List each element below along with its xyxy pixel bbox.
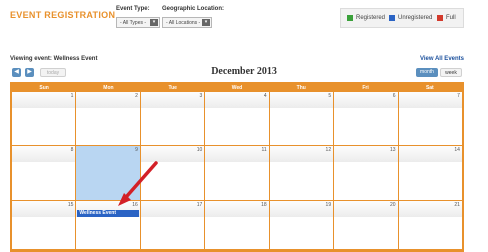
day-number: 10 xyxy=(196,147,203,153)
calendar-day[interactable]: 14 xyxy=(398,146,462,201)
chevron-down-icon: ▾ xyxy=(150,19,158,26)
chevron-down-icon: ▾ xyxy=(202,19,210,26)
dow-wed: Wed xyxy=(231,85,243,91)
calendar-day[interactable]: 18 xyxy=(205,201,270,250)
day-number: 5 xyxy=(328,93,332,99)
dow-fri: Fri xyxy=(362,85,369,91)
legend-item-unregistered: Unregistered xyxy=(389,15,432,21)
week-view-button[interactable]: week xyxy=(440,68,462,77)
day-of-week-header: Sun Mon Tue Wed Thu Fri Sat xyxy=(12,84,462,92)
calendar-day[interactable]: 4 xyxy=(205,92,270,146)
month-title: December 2013 xyxy=(211,66,277,77)
day-number: 19 xyxy=(325,202,332,208)
calendar-day[interactable]: 10 xyxy=(140,146,206,201)
calendar-grid: Sun Mon Tue Wed Thu Fri Sat 1 2 3 4 5 6 … xyxy=(10,82,464,252)
wellness-event[interactable]: Wellness Event xyxy=(77,210,139,217)
day-number: 7 xyxy=(457,93,460,99)
day-number: 15 xyxy=(67,202,74,208)
day-number: 1 xyxy=(70,93,74,99)
location-select[interactable]: - All Locations - ▾ xyxy=(162,17,212,28)
dow-mon: Mon xyxy=(103,85,114,91)
event-type-select[interactable]: - All Types - ▾ xyxy=(116,17,160,28)
day-number: 8 xyxy=(70,147,74,153)
calendar-week: 1 2 3 4 5 6 7 xyxy=(12,92,462,146)
legend-label: Registered xyxy=(356,15,386,21)
day-number: 17 xyxy=(196,202,203,208)
calendar-day-highlighted[interactable]: 9 xyxy=(76,146,141,201)
day-number: 20 xyxy=(389,202,396,208)
event-type-label: Event Type: xyxy=(116,6,150,12)
calendar-day[interactable]: 13 xyxy=(334,146,399,201)
day-number: 21 xyxy=(454,202,460,208)
calendar-day[interactable]: 2 xyxy=(76,92,141,146)
legend-item-registered: Registered xyxy=(347,15,385,21)
day-number: 6 xyxy=(392,93,396,99)
legend: Registered Unregistered Full xyxy=(340,8,464,28)
day-number: 14 xyxy=(454,147,460,153)
viewing-event-label: Viewing event: Wellness Event xyxy=(10,56,98,62)
calendar-day[interactable]: 1 xyxy=(12,92,77,146)
location-label: Geographic Location: xyxy=(162,6,225,12)
day-number: 3 xyxy=(199,93,203,99)
dow-sun: Sun xyxy=(39,85,49,91)
day-number: 2 xyxy=(135,93,138,99)
calendar-day[interactable]: 21 xyxy=(398,201,462,250)
calendar-day[interactable]: 5 xyxy=(269,92,335,146)
calendar-day[interactable]: 3 xyxy=(140,92,206,146)
calendar-day[interactable]: 15 xyxy=(12,201,77,250)
legend-label: Full xyxy=(446,15,456,21)
calendar-day[interactable]: 17 xyxy=(140,201,206,250)
event-type-value: - All Types - xyxy=(120,20,147,26)
view-all-events-link[interactable]: View All Events xyxy=(420,56,464,62)
calendar-day[interactable]: 16 Wellness Event xyxy=(76,201,141,250)
full-swatch xyxy=(437,15,443,21)
day-number: 11 xyxy=(261,147,267,153)
day-number: 13 xyxy=(389,147,396,153)
legend-item-full: Full xyxy=(437,15,456,21)
calendar-day[interactable]: 19 xyxy=(269,201,335,250)
calendar-day[interactable]: 7 xyxy=(398,92,462,146)
day-number: 12 xyxy=(325,147,332,153)
location-value: - All Locations - xyxy=(166,20,201,26)
calendar-day[interactable]: 8 xyxy=(12,146,77,201)
calendar-day[interactable]: 6 xyxy=(334,92,399,146)
calendar-day[interactable]: 20 xyxy=(334,201,399,250)
day-number: 4 xyxy=(263,93,267,99)
dow-sat: Sat xyxy=(425,85,434,91)
dow-thu: Thu xyxy=(296,85,306,91)
day-number: 9 xyxy=(135,147,138,153)
day-number: 18 xyxy=(261,202,267,208)
registered-swatch xyxy=(347,15,353,21)
dow-tue: Tue xyxy=(168,85,177,91)
calendar-week: 15 16 Wellness Event 17 18 19 20 21 xyxy=(12,201,462,250)
calendar-day[interactable]: 12 xyxy=(269,146,335,201)
day-number: 16 xyxy=(132,202,138,208)
calendar-day[interactable]: 11 xyxy=(205,146,270,201)
calendar-week: 8 9 10 11 12 13 14 xyxy=(12,146,462,201)
month-view-button[interactable]: month xyxy=(416,68,438,77)
page-title: EVENT REGISTRATION xyxy=(10,10,116,20)
legend-label: Unregistered xyxy=(398,15,433,21)
unregistered-swatch xyxy=(389,15,395,21)
